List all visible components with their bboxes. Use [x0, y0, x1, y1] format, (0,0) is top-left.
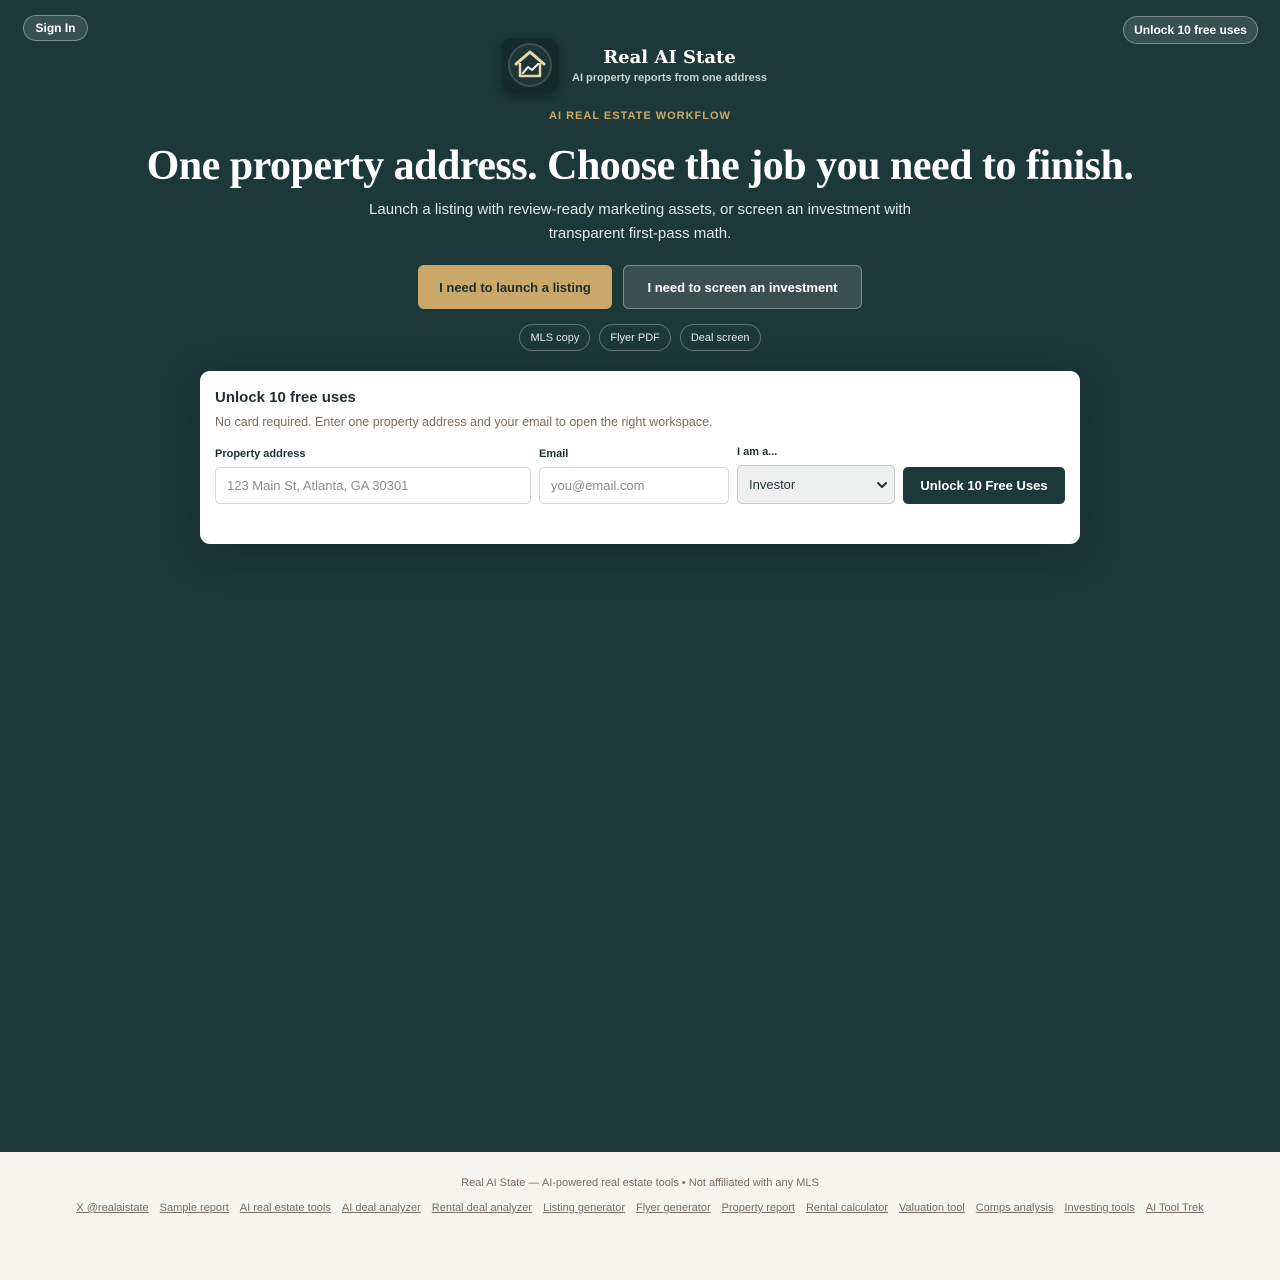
footer-link-investing-tools[interactable]: Investing tools: [1064, 1202, 1134, 1214]
footer-link-sample-report[interactable]: Sample report: [160, 1202, 229, 1214]
property-address-input[interactable]: [215, 467, 531, 504]
footer-link-flyer-generator[interactable]: Flyer generator: [636, 1202, 711, 1214]
brand-name: Real AI State: [603, 47, 736, 68]
screen-investment-button[interactable]: I need to screen an investment: [623, 265, 862, 309]
unlock-submit-button[interactable]: Unlock 10 Free Uses: [903, 467, 1065, 504]
footer-links: X @realaistate Sample report AI real est…: [0, 1202, 1280, 1214]
footer-link-comps-analysis[interactable]: Comps analysis: [976, 1202, 1054, 1214]
role-select[interactable]: Investor: [737, 465, 895, 504]
footer-link-rental-deal-analyzer[interactable]: Rental deal analyzer: [432, 1202, 532, 1214]
brand-tagline: AI property reports from one address: [572, 72, 767, 84]
page-subtitle: Launch a listing with review-ready marke…: [369, 201, 911, 242]
house-chart-icon: [501, 38, 559, 92]
footer-link-listing-generator[interactable]: Listing generator: [543, 1202, 625, 1214]
brand[interactable]: Real AI State AI property reports from o…: [501, 38, 767, 92]
sign-in-button[interactable]: Sign In: [23, 15, 88, 41]
address-label: Property address: [215, 448, 306, 460]
feature-chips: MLS copy Flyer PDF Deal screen: [0, 324, 1280, 351]
eyebrow-label: AI REAL ESTATE WORKFLOW: [549, 110, 731, 122]
chip-flyer-pdf: Flyer PDF: [599, 324, 671, 351]
footer: Real AI State — AI-powered real estate t…: [0, 1152, 1280, 1280]
chip-mls-copy: MLS copy: [519, 324, 591, 351]
footer-link-ai-deal-analyzer[interactable]: AI deal analyzer: [342, 1202, 421, 1214]
footer-link-valuation-tool[interactable]: Valuation tool: [899, 1202, 965, 1214]
role-label: I am a...: [737, 446, 778, 458]
form-description: No card required. Enter one property add…: [215, 415, 713, 429]
footer-link-property-report[interactable]: Property report: [722, 1202, 795, 1214]
email-label: Email: [539, 448, 569, 460]
footer-link-x[interactable]: X @realaistate: [76, 1202, 148, 1214]
footer-link-ai-real-estate-tools[interactable]: AI real estate tools: [240, 1202, 331, 1214]
chip-deal-screen: Deal screen: [679, 324, 761, 351]
launch-listing-button[interactable]: I need to launch a listing: [418, 265, 612, 309]
chevron-down-icon: [877, 482, 887, 488]
footer-link-ai-tool-trek[interactable]: AI Tool Trek: [1146, 1202, 1204, 1214]
footer-note: Real AI State — AI-powered real estate t…: [461, 1177, 819, 1189]
form-title: Unlock 10 free uses: [215, 389, 356, 406]
unlock-form-card: Unlock 10 free uses No card required. En…: [200, 371, 1080, 544]
unlock-free-uses-button[interactable]: Unlock 10 free uses: [1123, 16, 1258, 44]
role-select-value: Investor: [749, 477, 796, 492]
page-title: One property address. Choose the job you…: [146, 143, 1134, 189]
email-input[interactable]: [539, 467, 729, 504]
footer-link-rental-calculator[interactable]: Rental calculator: [806, 1202, 888, 1214]
